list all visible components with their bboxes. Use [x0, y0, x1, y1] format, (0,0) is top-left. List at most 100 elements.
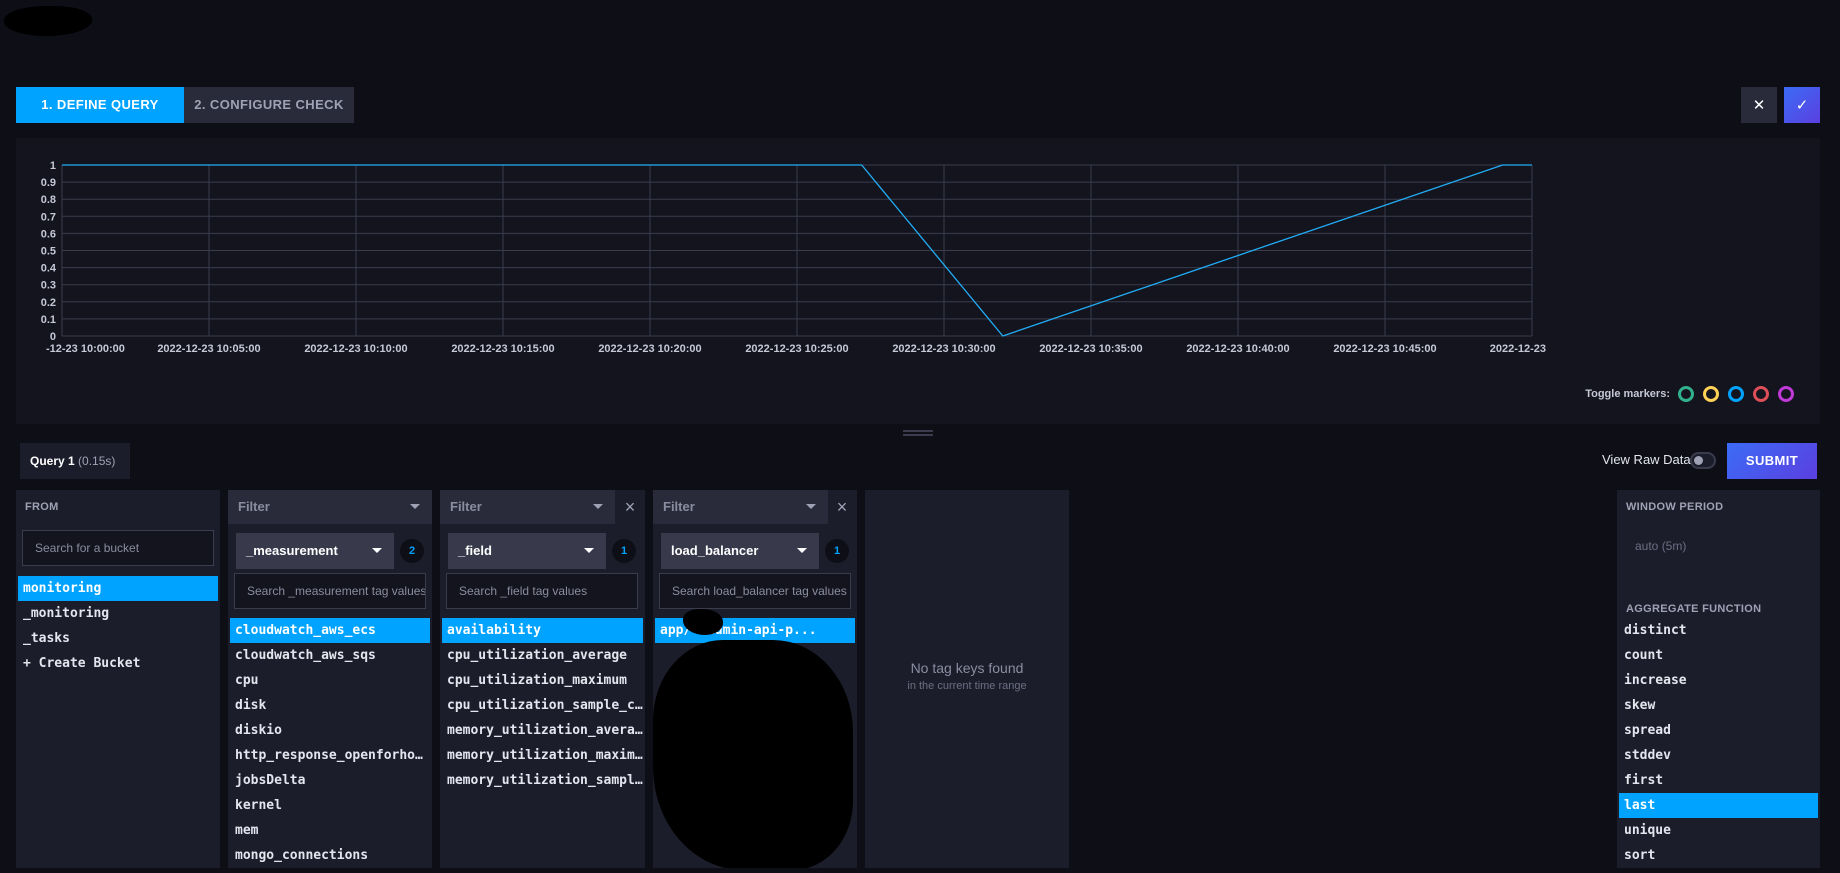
chevron-down-icon	[410, 504, 420, 509]
chevron-down-icon	[593, 504, 603, 509]
close-button[interactable]: ✕	[1741, 87, 1777, 123]
marker-toggle-4[interactable]	[1778, 386, 1794, 402]
measurement-key-select[interactable]: _measurement	[236, 533, 394, 569]
toggle-markers-label: Toggle markers:	[1585, 388, 1670, 400]
field-search-input[interactable]	[446, 573, 638, 609]
bucket-item[interactable]: monitoring	[18, 576, 218, 601]
x-tick-label: 2022-12-23 10:10:00	[304, 343, 407, 355]
chevron-down-icon	[797, 548, 807, 553]
selected-count-badge: 1	[612, 539, 636, 563]
selected-count-badge: 1	[825, 539, 849, 563]
bucket-item[interactable]: + Create Bucket	[18, 651, 218, 676]
logo	[4, 6, 92, 36]
field-value-item[interactable]: cpu_utilization_sample_c...	[442, 693, 643, 718]
y-tick-label: 0.6	[41, 228, 56, 240]
bucket-item[interactable]: _monitoring	[18, 601, 218, 626]
remove-filter-icon[interactable]: ×	[619, 490, 641, 524]
tab-define-query[interactable]: 1. DEFINE QUERY	[16, 87, 184, 123]
no-tag-keys-message: No tag keys found	[910, 660, 1024, 676]
field-value-item[interactable]: availability	[442, 618, 643, 643]
aggregate-function-list: distinct count increase skew spread stddev fir…	[1617, 618, 1820, 868]
measurement-value-item[interactable]: mem	[230, 818, 430, 843]
window-period-input[interactable]: auto (5m)	[1635, 539, 1686, 553]
chevron-down-icon	[584, 548, 594, 553]
field-key-select[interactable]: _field	[448, 533, 606, 569]
remove-filter-icon[interactable]: ×	[831, 490, 853, 524]
field-value-item[interactable]: memory_utilization_sampl...	[442, 768, 643, 793]
field-value-item[interactable]: memory_utilization_avera...	[442, 718, 643, 743]
measurement-value-item[interactable]: kernel	[230, 793, 430, 818]
chevron-down-icon	[372, 548, 382, 553]
measurement-value-item[interactable]: cpu	[230, 668, 430, 693]
lb-key-select[interactable]: load_balancer	[661, 533, 819, 569]
aggregate-function-item[interactable]: increase	[1619, 668, 1818, 693]
line-graph: 0 0.1 0.2 0.3 0.4 0.5 0.6 0.7 0.8 0.9 1 -12-23 10:0…	[16, 138, 1820, 424]
filter-label: Filter	[663, 499, 695, 514]
y-tick-label: 0.8	[41, 194, 56, 206]
measurement-search-input[interactable]	[234, 573, 426, 609]
bucket-search-input[interactable]	[22, 530, 214, 566]
chevron-down-icon	[806, 504, 816, 509]
lb-filter-dropdown[interactable]: Filter	[653, 490, 828, 524]
aggregate-function-item[interactable]: skew	[1619, 693, 1818, 718]
x-tick-label: 2022-12-23 10:30:00	[892, 343, 995, 355]
y-tick-label: 0.5	[41, 246, 56, 258]
y-tick-label: 0.7	[41, 211, 56, 223]
marker-toggle-0[interactable]	[1678, 386, 1694, 402]
aggregate-function-item[interactable]: stddev	[1619, 743, 1818, 768]
query-tab[interactable]: Query 1 (0.15s)	[20, 443, 130, 479]
x-tick-label: 2022-12-23 10:25:00	[745, 343, 848, 355]
measurement-value-item[interactable]: disk	[230, 693, 430, 718]
resize-handle[interactable]	[903, 430, 933, 436]
empty-tag-panel: No tag keys found in the current time ra…	[865, 490, 1069, 868]
bucket-item[interactable]: _tasks	[18, 626, 218, 651]
x-tick-label: -12-23 10:00:00	[46, 343, 125, 355]
y-tick-label: 0.4	[41, 263, 57, 275]
field-value-item[interactable]: cpu_utilization_maximum	[442, 668, 643, 693]
x-tick-label: 2022-12-23 10:05:00	[157, 343, 260, 355]
field-panel: Filter × _field 1 availabilitycpu_utiliz…	[440, 490, 645, 868]
x-tick-label: 2022-12-23	[1490, 343, 1546, 355]
bucket-list: monitoring _monitoring _tasks + Create Buck…	[16, 576, 220, 676]
measurement-value-item[interactable]: jobsDelta	[230, 768, 430, 793]
redaction	[653, 640, 853, 868]
confirm-button[interactable]: ✓	[1784, 87, 1820, 123]
marker-toggle-2[interactable]	[1728, 386, 1744, 402]
measurement-value-item[interactable]: cloudwatch_aws_sqs	[230, 643, 430, 668]
submit-button[interactable]: SUBMIT	[1727, 443, 1817, 479]
x-tick-label: 2022-12-23 10:15:00	[451, 343, 554, 355]
view-raw-data-toggle[interactable]	[1690, 452, 1716, 469]
check-icon: ✓	[1795, 97, 1809, 114]
aggregate-function-item[interactable]: count	[1619, 643, 1818, 668]
key-select-label: _measurement	[246, 543, 338, 558]
field-filter-dropdown[interactable]: Filter	[440, 490, 615, 524]
marker-toggle-3[interactable]	[1753, 386, 1769, 402]
marker-toggle-1[interactable]	[1703, 386, 1719, 402]
measurement-value-item[interactable]: mongo_connections	[230, 843, 430, 868]
measurement-value-item[interactable]: http_response_openforhom...	[230, 743, 430, 768]
query-name: Query 1	[30, 454, 75, 468]
measurement-value-list: cloudwatch_aws_ecs cloudwatch_aws_sqs cpu d…	[228, 618, 432, 868]
toggle-markers: Toggle markers:	[1585, 386, 1794, 402]
measurement-value-item[interactable]: cloudwatch_aws_ecs	[230, 618, 430, 643]
x-tick-label: 2022-12-23 10:40:00	[1186, 343, 1289, 355]
filter-label: Filter	[238, 499, 270, 514]
from-panel: FROM monitoring_monitoring_tasks+ Create…	[16, 490, 220, 868]
view-raw-data-label: View Raw Data	[1602, 452, 1691, 467]
aggregate-function-item[interactable]: first	[1619, 768, 1818, 793]
aggregate-function-item[interactable]: sort	[1619, 843, 1818, 868]
field-value-item[interactable]: cpu_utilization_average	[442, 643, 643, 668]
field-value-item[interactable]: memory_utilization_maxim...	[442, 743, 643, 768]
y-tick-label: 0.9	[41, 177, 56, 189]
aggregate-function-item[interactable]: spread	[1619, 718, 1818, 743]
aggregate-function-item[interactable]: distinct	[1619, 618, 1818, 643]
line-chart-svg: 0 0.1 0.2 0.3 0.4 0.5 0.6 0.7 0.8 0.9 1 -12-23 10:0…	[41, 160, 1546, 355]
measurement-value-item[interactable]: diskio	[230, 718, 430, 743]
y-tick-label: 1	[50, 160, 56, 172]
selected-count-badge: 2	[400, 539, 424, 563]
measurement-filter-dropdown[interactable]: Filter	[228, 490, 432, 524]
tab-configure-check[interactable]: 2. CONFIGURE CHECK	[184, 87, 354, 123]
aggregate-function-item[interactable]: last	[1619, 793, 1818, 818]
aggregate-function-item[interactable]: unique	[1619, 818, 1818, 843]
lb-search-input[interactable]	[659, 573, 851, 609]
